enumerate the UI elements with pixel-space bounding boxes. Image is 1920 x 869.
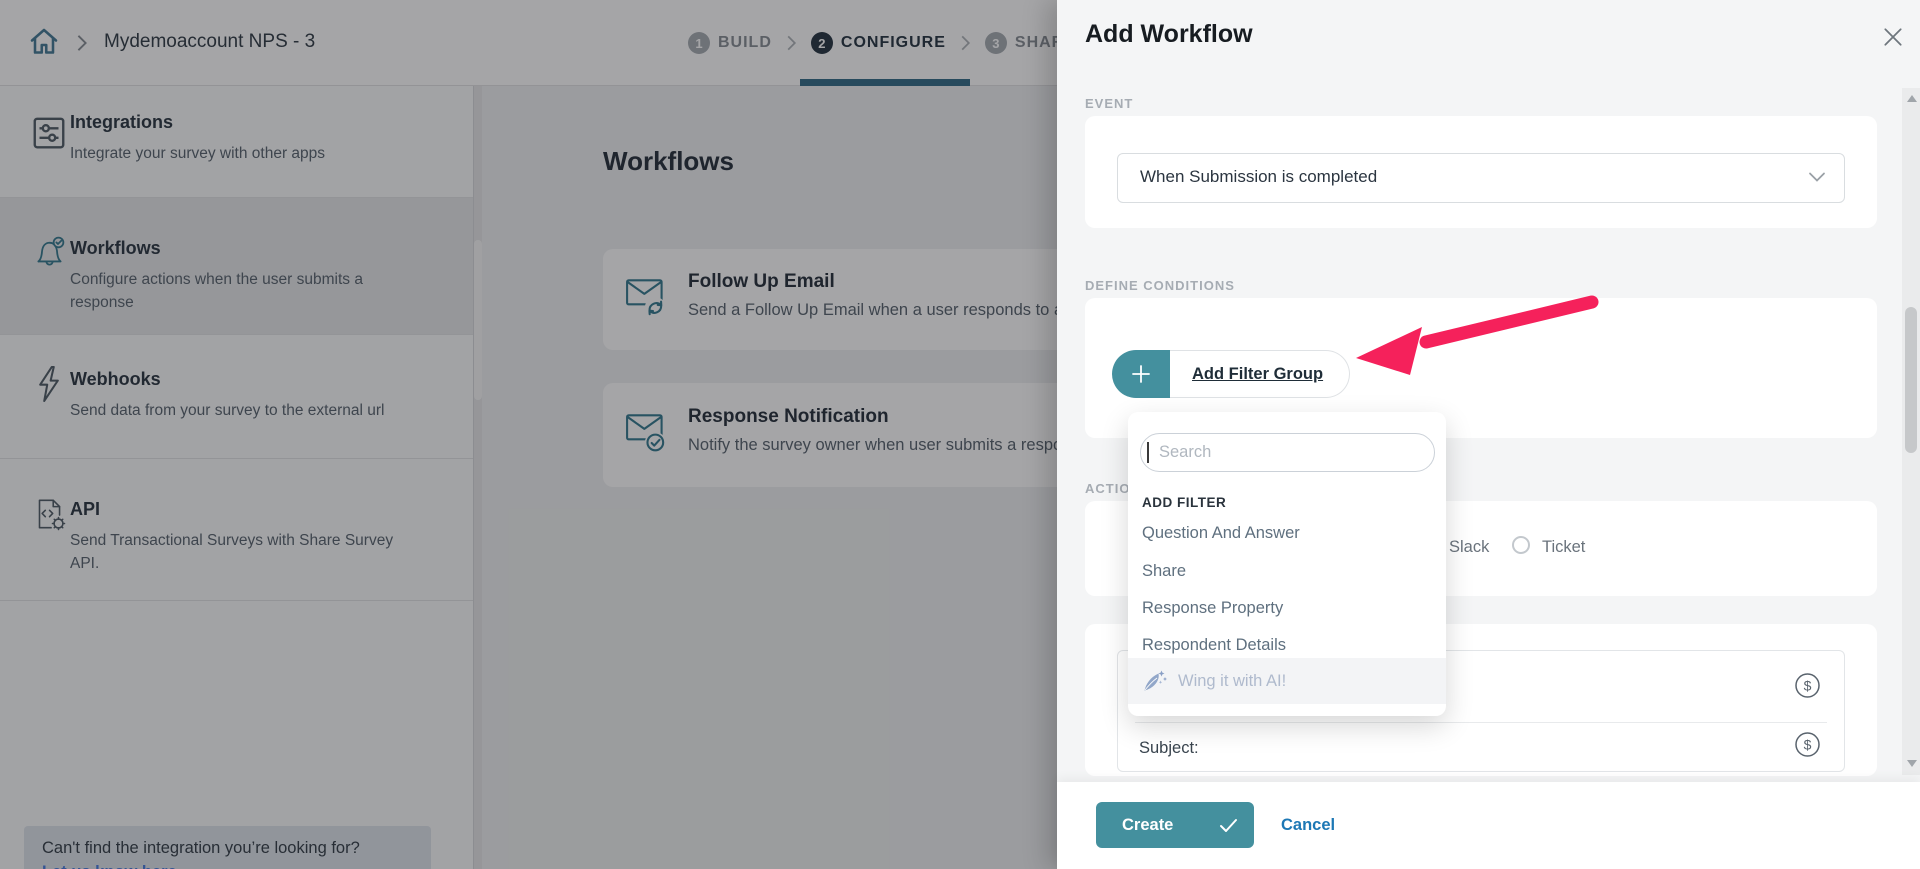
- radio-label-ticket[interactable]: Ticket: [1542, 538, 1585, 557]
- panel-title: Add Workflow: [1085, 20, 1253, 49]
- radio-ticket[interactable]: [1512, 536, 1530, 554]
- event-section-label: EVENT: [1085, 96, 1133, 111]
- add-filter-group-button[interactable]: Add Filter Group: [1112, 350, 1350, 398]
- app-stage: Mydemoaccount NPS - 3 1 BUILD 2 CONFIGUR…: [0, 0, 1920, 869]
- add-filter-dropdown: ADD FILTER Question And Answer Share Res…: [1128, 412, 1446, 716]
- panel-scrollbar-thumb[interactable]: [1905, 307, 1917, 453]
- filter-option-share[interactable]: Share: [1142, 562, 1432, 581]
- check-icon: [1219, 818, 1238, 833]
- filter-option-question-and-answer[interactable]: Question And Answer: [1142, 524, 1432, 543]
- event-select[interactable]: When Submission is completed: [1117, 153, 1845, 203]
- close-icon[interactable]: [1882, 26, 1906, 50]
- wing-it-with-ai-option[interactable]: Wing it with AI!: [1128, 658, 1446, 704]
- subject-field-label[interactable]: Subject:: [1139, 739, 1199, 758]
- filter-option-response-property[interactable]: Response Property: [1142, 599, 1432, 618]
- scroll-up-icon[interactable]: [1907, 95, 1917, 102]
- filter-search-input[interactable]: [1140, 433, 1435, 472]
- create-button[interactable]: Create: [1096, 802, 1254, 848]
- svg-text:$: $: [1804, 737, 1812, 753]
- svg-text:$: $: [1804, 678, 1812, 694]
- radio-label-slack[interactable]: Slack: [1449, 538, 1489, 557]
- event-select-value: When Submission is completed: [1140, 167, 1377, 187]
- add-filter-header: ADD FILTER: [1142, 495, 1226, 510]
- variable-picker-icon[interactable]: $: [1794, 672, 1821, 699]
- ai-option-label: Wing it with AI!: [1178, 672, 1286, 691]
- filter-option-respondent-details[interactable]: Respondent Details: [1142, 636, 1432, 655]
- text-caret: [1147, 442, 1149, 463]
- feather-sparkle-icon: [1142, 668, 1168, 694]
- plus-icon: [1112, 350, 1170, 398]
- scroll-down-icon[interactable]: [1907, 760, 1917, 767]
- variable-picker-icon[interactable]: $: [1794, 731, 1821, 758]
- conditions-section-label: DEFINE CONDITIONS: [1085, 278, 1235, 293]
- chevron-down-icon: [1808, 171, 1826, 183]
- cancel-button[interactable]: Cancel: [1281, 782, 1335, 869]
- add-filter-group-label: Add Filter Group: [1192, 365, 1323, 384]
- field-divider: [1135, 722, 1827, 723]
